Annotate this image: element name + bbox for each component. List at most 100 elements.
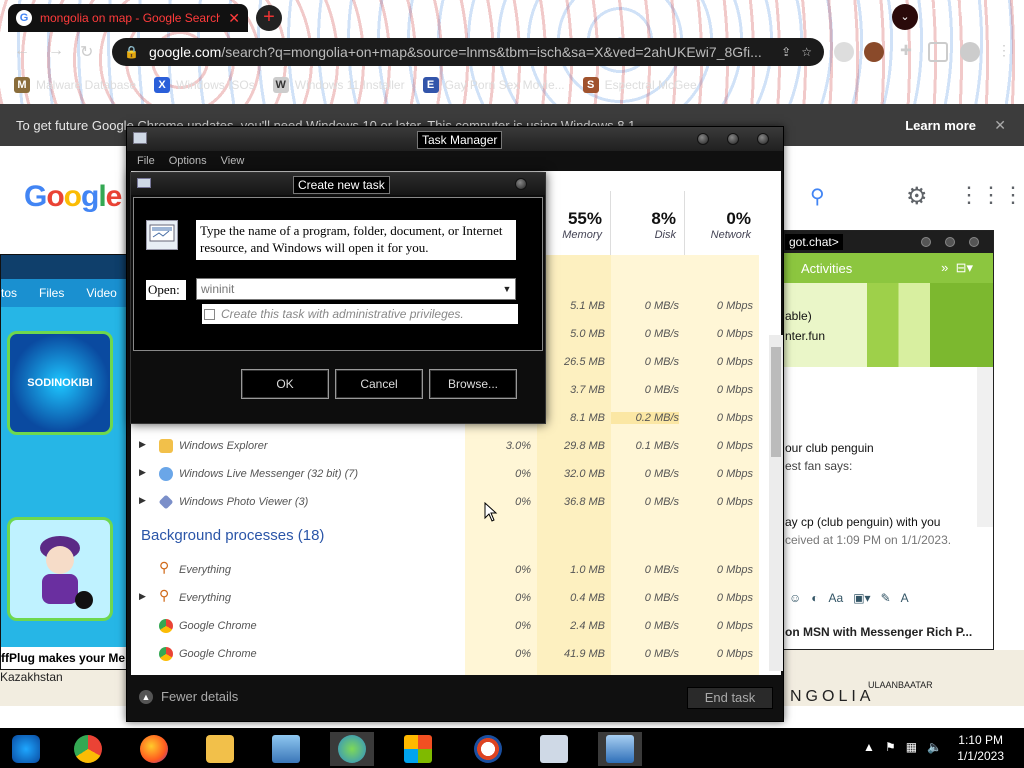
game-tile-character[interactable]	[7, 517, 113, 621]
url-text[interactable]: google.com/search?q=mongolia+on+map&sour…	[149, 44, 771, 60]
expand-arrow-icon[interactable]: ▶	[139, 467, 146, 478]
run-dialog-icon	[137, 178, 151, 188]
admin-privileges-option[interactable]: Create this task with administrative pri…	[202, 304, 518, 324]
process-row[interactable]: Google Chrome 0% 2.4 MB 0 MB/s 0 Mbps	[131, 613, 767, 641]
process-row[interactable]: ⚲ Everything 0% 1.0 MB 0 MB/s 0 Mbps	[131, 557, 767, 585]
new-tab-button[interactable]: +	[256, 5, 282, 31]
column-memory[interactable]: 55% Memory	[537, 191, 611, 255]
menu-item[interactable]: Files	[39, 286, 64, 300]
maximize-icon[interactable]	[727, 133, 739, 145]
taskbar-app[interactable]	[466, 732, 510, 766]
minimize-icon[interactable]	[697, 133, 709, 145]
address-bar[interactable]: 🔒 google.com/search?q=mongolia+on+map&so…	[112, 38, 824, 66]
bookmark-item[interactable]: W Windows 11 Installer	[272, 77, 405, 93]
puzzle-icon[interactable]: ✚	[896, 42, 916, 62]
process-row[interactable]: Google Chrome 0% 41.9 MB 0 MB/s 0 Mbps	[131, 641, 767, 669]
menu-item[interactable]: tos	[1, 286, 17, 300]
activities-bar[interactable]: Activities » ⊟▾	[783, 253, 993, 283]
extension-avatar-icon[interactable]	[864, 42, 884, 62]
learn-more-button[interactable]: Learn more	[905, 118, 976, 133]
volume-icon[interactable]: 🔈	[927, 740, 942, 754]
gear-icon[interactable]: ⚙	[906, 182, 928, 211]
nudge-icon[interactable]: ◐	[811, 591, 818, 611]
browse-button[interactable]: Browse...	[429, 369, 517, 399]
ok-button[interactable]: OK	[241, 369, 329, 399]
column-disk[interactable]: 8% Disk	[611, 191, 685, 255]
process-row[interactable]: ▶ Windows Live Messenger (32 bit) (7) 0%…	[131, 461, 767, 489]
chat-scrollbar[interactable]	[977, 367, 993, 527]
taskbar-firefox[interactable]	[132, 732, 176, 766]
bookmark-item[interactable]: S Espectral McGee	[582, 77, 697, 93]
menu-item[interactable]: Video	[86, 286, 116, 300]
flag-icon[interactable]: ⚑	[885, 740, 896, 754]
task-manager-titlebar[interactable]: Task Manager	[127, 127, 783, 151]
back-icon[interactable]: ←	[14, 42, 30, 60]
map-thumbnail[interactable]: Kazakhstan	[0, 670, 128, 706]
taskbar-app[interactable]	[396, 732, 440, 766]
side-panel-icon[interactable]	[928, 42, 948, 62]
menu-options[interactable]: Options	[169, 155, 207, 167]
taskbar-task-manager[interactable]	[532, 732, 576, 766]
bookmark-item[interactable]: E Gay Porn Sex Movie...	[422, 77, 565, 93]
network-icon[interactable]: ▦	[906, 740, 917, 754]
close-icon[interactable]	[969, 237, 979, 247]
process-row[interactable]: ▶ ⚲ Everything 0% 0.4 MB 0 MB/s 0 Mbps	[131, 585, 767, 613]
end-task-button[interactable]: End task	[687, 687, 773, 709]
tab-close-icon[interactable]: ✕	[228, 10, 240, 27]
maximize-icon[interactable]	[945, 237, 955, 247]
google-logo[interactable]: Google	[24, 180, 122, 214]
menu-file[interactable]: File	[137, 155, 155, 167]
taskbar-run[interactable]	[598, 732, 642, 766]
background-icon[interactable]: ▣▾	[853, 591, 870, 611]
emoticon-icon[interactable]: ☺	[789, 591, 801, 611]
tray-overflow-icon[interactable]: ▲	[863, 740, 875, 754]
taskbar-photo-viewer[interactable]	[264, 732, 308, 766]
start-button[interactable]	[4, 732, 48, 766]
process-row[interactable]: ▶ Windows Explorer 3.0% 29.8 MB 0.1 MB/s…	[131, 433, 767, 461]
game-tile[interactable]: SODINOKIBI	[7, 331, 113, 435]
taskbar-messenger[interactable]	[330, 732, 374, 766]
profile-icon[interactable]	[960, 42, 980, 62]
fewer-details-button[interactable]: ▲ Fewer details	[139, 689, 238, 704]
search-icon[interactable]: ⚲	[810, 184, 825, 209]
taskbar-clock[interactable]: 1:10 PM 1/1/2023	[957, 732, 1004, 764]
close-window-icon[interactable]: ✕	[982, 0, 1014, 18]
font-icon[interactable]: Aa	[829, 591, 844, 611]
open-combobox[interactable]: ▼	[196, 278, 516, 300]
dialog-titlebar[interactable]: Create new task	[131, 173, 545, 195]
tab-search-icon[interactable]: ⌄	[892, 4, 918, 30]
restore-icon[interactable]: ❐	[950, 0, 982, 18]
chevron-down-icon[interactable]: ▼	[499, 284, 515, 294]
expand-arrow-icon[interactable]: ▶	[139, 591, 146, 602]
close-icon[interactable]	[757, 133, 769, 145]
expand-arrow-icon[interactable]: ▶	[139, 439, 146, 450]
forward-icon[interactable]: →	[48, 42, 64, 60]
menu-view[interactable]: View	[221, 155, 245, 167]
open-input[interactable]	[197, 280, 499, 298]
browser-tab[interactable]: G mongolia on map - Google Search ✕	[8, 4, 248, 32]
minimize-icon[interactable]	[921, 237, 931, 247]
bookmark-item[interactable]: M Malware Database	[14, 77, 136, 93]
taskbar-explorer[interactable]	[198, 732, 242, 766]
expand-arrow-icon[interactable]: ▶	[139, 495, 146, 506]
close-icon[interactable]	[515, 178, 527, 190]
scrollbar-thumb[interactable]	[771, 347, 781, 457]
apps-grid-icon[interactable]: ⋮⋮⋮	[958, 182, 1024, 208]
column-network[interactable]: 0% Network	[685, 191, 759, 255]
share-icon[interactable]: ⇪	[781, 45, 791, 59]
admin-privileges-checkbox[interactable]	[204, 308, 215, 320]
map-thumbnail[interactable]: ULAANBAATAR NGOLIA	[782, 650, 1024, 706]
infobar-close-icon[interactable]: ✕	[994, 117, 1006, 134]
process-row[interactable]: ▶ Windows Photo Viewer (3) 0% 36.8 MB 0 …	[131, 489, 767, 517]
taskbar-chrome[interactable]	[66, 732, 110, 766]
extension-icon[interactable]	[834, 42, 854, 62]
text-format-icon[interactable]: A	[901, 591, 909, 611]
cancel-button[interactable]: Cancel	[335, 369, 423, 399]
process-list-scrollbar[interactable]	[769, 335, 783, 671]
bookmark-item[interactable]: X Windows ISOs	[154, 77, 255, 93]
activities-expand-icon[interactable]: » ⊟▾	[941, 260, 993, 276]
bookmark-star-icon[interactable]: ☆	[801, 45, 812, 59]
menu-kebab-icon[interactable]: ⋮	[994, 42, 1014, 62]
pen-icon[interactable]: ✎	[881, 591, 891, 611]
reload-icon[interactable]: ↻	[80, 42, 93, 62]
